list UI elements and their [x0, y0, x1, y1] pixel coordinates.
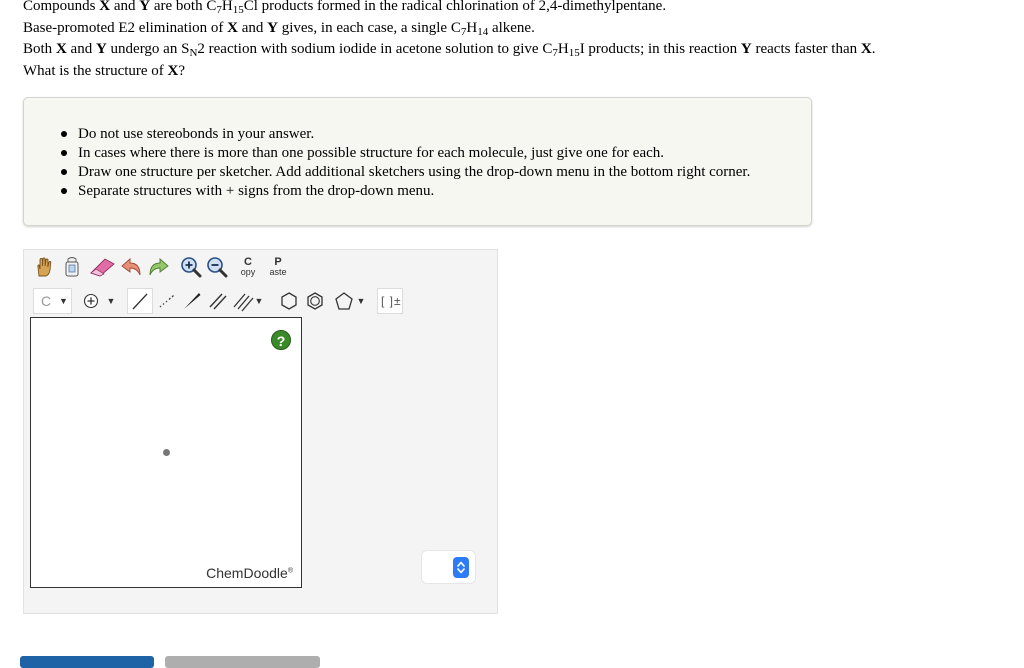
wedge-bond-icon	[184, 293, 201, 309]
atom-selector[interactable]: C ▼	[33, 288, 72, 314]
chevron-down-icon: ▼	[59, 296, 68, 306]
instruction-item: Separate structures with + signs from th…	[61, 182, 750, 201]
chevron-down-icon: ▼	[254, 296, 264, 306]
hashed-bond-icon	[159, 295, 174, 308]
copy-button-label: opy	[240, 267, 256, 277]
atom-selector-label: C	[41, 293, 52, 309]
question-line-2: Base-promoted E2 elimination of X and Y …	[23, 19, 535, 38]
zoom-out-icon[interactable]	[205, 254, 229, 280]
up-down-arrows-icon	[453, 557, 469, 578]
copy-button[interactable]: C opy	[235, 254, 261, 280]
chevron-down-icon: ▼	[106, 296, 116, 306]
instruction-item: In cases where there is more than one po…	[61, 144, 750, 163]
single-bond-icon	[132, 293, 148, 310]
chevron-down-icon: ▼	[356, 296, 366, 306]
pentagon-ring-icon	[334, 292, 353, 310]
paste-button[interactable]: P aste	[263, 254, 293, 280]
paste-button-label: aste	[269, 267, 287, 277]
benzene-ring-icon	[307, 292, 323, 310]
double-bond-tool[interactable]	[205, 288, 231, 314]
chemdoodle-logo-text: ChemDoodle	[206, 565, 288, 581]
question-line-1: Compounds X and Y are both C7H15Cl produ…	[23, 0, 667, 16]
sketcher-add-dropdown[interactable]	[421, 550, 476, 584]
help-icon[interactable]: ?	[271, 330, 291, 350]
copy-button-top: C	[244, 256, 252, 268]
hashed-bond-tool[interactable]	[153, 288, 179, 314]
secondary-button[interactable]	[165, 656, 320, 668]
sketcher-canvas[interactable]: ? ChemDoodle®	[30, 317, 302, 588]
instruction-item: Do not use stereobonds in your answer.	[61, 125, 750, 144]
bracket-charge-label: [ ]±	[381, 294, 402, 308]
canvas-atom-dot	[163, 449, 170, 456]
pan-hand-icon[interactable]	[31, 254, 57, 280]
cyclohexane-tool[interactable]	[277, 288, 301, 314]
ring-selector[interactable]: ▼	[329, 288, 369, 314]
lasso-select-icon[interactable]	[59, 254, 85, 280]
question-text: Compounds X and Y are both C7H15Cl produ…	[23, 0, 1013, 82]
question-line-4: What is the structure of X?	[23, 62, 186, 79]
instruction-item: Draw one structure per sketcher. Add add…	[61, 163, 750, 182]
chemdoodle-sketcher: C opy P aste C ▼ ▼ ▼ ▼ []± ? ChemDoodle…	[23, 249, 498, 614]
double-bond-icon	[209, 293, 227, 310]
eraser-icon[interactable]	[87, 254, 117, 280]
registered-mark: ®	[287, 567, 293, 575]
instructions-list: Do not use stereobonds in your answer. I…	[61, 125, 750, 201]
triple-bond-selector[interactable]: ▼	[229, 288, 265, 314]
undo-icon[interactable]	[119, 254, 145, 280]
triple-bond-icon	[233, 293, 254, 312]
bracket-charge-tool[interactable]: [ ]±	[377, 288, 403, 314]
plus-charge-icon	[83, 293, 98, 309]
paste-button-top: P	[274, 256, 282, 268]
instructions-box: Do not use stereobonds in your answer. I…	[23, 97, 812, 226]
zoom-in-icon[interactable]	[179, 254, 203, 280]
charge-selector[interactable]: ▼	[79, 288, 119, 314]
redo-icon[interactable]	[145, 254, 171, 280]
benzene-tool[interactable]	[303, 288, 327, 314]
single-bond-tool[interactable]	[127, 288, 153, 314]
chemdoodle-watermark: ChemDoodle®	[31, 565, 301, 581]
question-line-3: Both X and Y undergo an SN2 reaction wit…	[23, 41, 876, 59]
hexagon-ring-icon	[281, 292, 297, 310]
wedge-bond-tool[interactable]	[179, 288, 205, 314]
submit-answer-button[interactable]	[20, 656, 154, 668]
